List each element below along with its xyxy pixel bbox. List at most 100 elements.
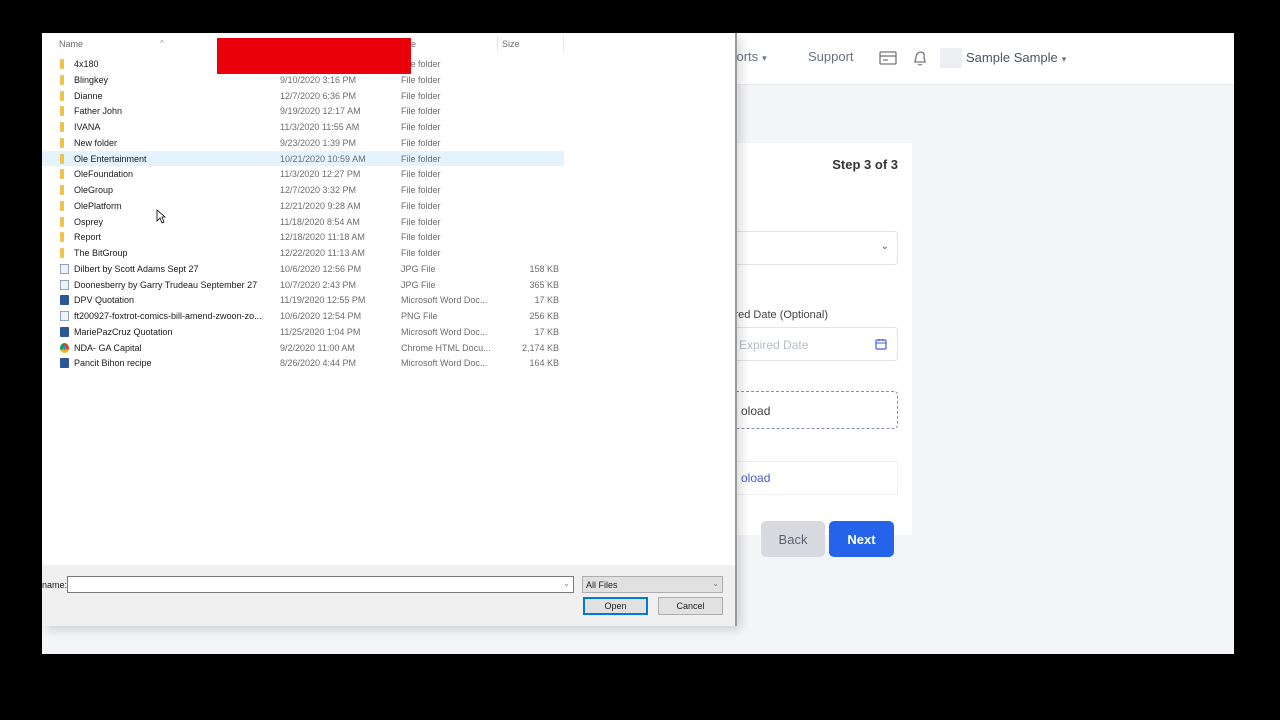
file-date-modified: 8/26/2020 4:44 PM [280, 358, 357, 369]
column-name[interactable]: Name [59, 39, 83, 49]
file-name: Dilbert by Scott Adams Sept 27 [74, 263, 199, 274]
file-date-modified: 10/6/2020 12:56 PM [280, 263, 362, 274]
file-date-modified: 9/2/2020 11:00 AM [280, 342, 355, 353]
file-row[interactable]: Osprey 11/18/2020 8:54 AM File folder [42, 214, 564, 230]
file-name: IVANA [74, 122, 101, 132]
credit-card-icon[interactable] [878, 49, 898, 67]
nav-support[interactable]: Support [808, 49, 854, 64]
file-row[interactable]: Blingkey 9/10/2020 3:16 PM File folder [42, 72, 564, 88]
folder-icon [60, 248, 64, 258]
user-menu[interactable]: Sample Sample ▾ [966, 50, 1066, 65]
cancel-button[interactable]: Cancel [658, 597, 723, 615]
column-divider[interactable] [497, 35, 498, 51]
file-date-modified: 12/22/2020 11:13 AM [280, 248, 365, 258]
sort-up-icon: ^ [160, 39, 164, 48]
file-name-input[interactable]: ⌄ [67, 576, 574, 593]
bell-icon[interactable] [910, 49, 930, 67]
file-row[interactable]: IVANA 11/3/2020 11:55 AM File folder [42, 119, 564, 135]
file-type-filter[interactable]: All Files ⌄ [582, 576, 723, 593]
file-type: File folder [401, 232, 441, 243]
file-date-modified: 11/3/2020 11:55 AM [280, 122, 360, 132]
file-date-modified: 9/10/2020 3:16 PM [280, 74, 357, 85]
file-name: Dianne [74, 90, 103, 101]
file-name: Ole Entertainment [74, 153, 147, 164]
file-row[interactable]: ft200927-foxtrot-comics-bill-amend-zwoon… [42, 308, 564, 324]
file-name: New folder [74, 137, 118, 148]
folder-icon [60, 137, 64, 148]
file-row[interactable]: OlePlatform 12/21/2020 9:28 AM File folder [42, 198, 564, 214]
mouse-cursor-icon [156, 209, 166, 224]
file-row[interactable]: Pancit Bihon recipe 8/26/2020 4:44 PM Micr… [42, 355, 564, 371]
file-row[interactable]: New folder 9/23/2020 1:39 PM File folder [42, 135, 564, 151]
file-row[interactable]: DPV Quotation 11/19/2020 12:55 PM Microsof… [42, 292, 564, 308]
chevron-down-icon[interactable]: ⌄ [563, 579, 570, 588]
column-size[interactable]: Size [502, 39, 520, 49]
file-type: File folder [401, 74, 441, 85]
next-button[interactable]: Next [829, 521, 894, 557]
file-name: 4x180 [74, 59, 99, 69]
file-type: File folder [401, 122, 441, 132]
avatar[interactable] [940, 48, 962, 68]
file-type: JPG File [401, 279, 436, 290]
upload-dropzone-label: oload [741, 404, 771, 418]
file-type: File folder [401, 137, 441, 148]
file-name: NDA- GA Capital [74, 342, 142, 353]
file-name: Blingkey [74, 74, 109, 85]
file-row[interactable]: OleGroup 12/7/2020 3:32 PM File folder [42, 182, 564, 198]
caret-down-icon: ▾ [762, 53, 767, 63]
file-size: 158 KB [529, 263, 559, 274]
file-name: MariePazCruz Quotation [74, 326, 173, 337]
file-row[interactable]: Doonesberry by Garry Trudeau September 2… [42, 277, 564, 293]
file-name: OlePlatform [74, 200, 122, 211]
file-size: 17 KB [534, 326, 559, 337]
file-type: Microsoft Word Doc... [401, 326, 488, 337]
column-type[interactable]: e [411, 39, 416, 49]
file-name: Report [74, 232, 102, 243]
column-divider[interactable] [563, 35, 564, 51]
folder-icon [60, 216, 64, 227]
file-row[interactable]: Report 12/18/2020 11:18 AM File folder [42, 229, 564, 245]
word-document-icon [60, 295, 69, 306]
file-date-modified: 11/18/2020 8:54 AM [280, 216, 360, 227]
file-date-modified: 12/21/2020 9:28 AM [280, 200, 361, 211]
file-row[interactable]: Father John 9/19/2020 12:17 AM File folder [42, 103, 564, 119]
file-open-dialog: Name ^ e Size 4x180 File folder Blingkey 9/… [42, 33, 737, 626]
open-button[interactable]: Open [583, 597, 648, 615]
file-date-modified: 12/18/2020 11:18 AM [280, 232, 365, 243]
redaction-box [217, 38, 411, 74]
folder-icon [60, 169, 64, 180]
file-row[interactable]: The BitGroup 12/22/2020 11:13 AM File fold… [42, 245, 564, 261]
file-row[interactable]: MariePazCruz Quotation 11/25/2020 1:04 PM… [42, 324, 564, 340]
folder-icon [60, 200, 64, 211]
folder-icon [60, 185, 64, 195]
file-size: 365 KB [529, 279, 559, 290]
file-date-modified: 11/3/2020 12:27 PM [280, 169, 361, 180]
file-name: DPV Quotation [74, 295, 135, 306]
expired-date-label: ired Date (Optional) [732, 309, 828, 321]
file-row[interactable]: Ole Entertainment 10/21/2020 10:59 AM File… [42, 150, 564, 167]
caret-down-icon: ▾ [1061, 54, 1067, 64]
file-date-modified: 10/21/2020 10:59 AM [280, 153, 366, 164]
file-date-modified: 9/23/2020 1:39 PM [280, 137, 357, 148]
file-row[interactable]: NDA- GA Capital 9/2/2020 11:00 AM Chrome H… [42, 340, 564, 356]
expired-date-placeholder: Expired Date [739, 338, 809, 352]
image-file-icon [60, 263, 69, 274]
file-size: 2,174 KB [521, 342, 559, 353]
file-type: Microsoft Word Doc... [401, 358, 488, 369]
file-date-modified: 11/25/2020 1:04 PM [280, 326, 361, 337]
folder-icon [60, 153, 64, 164]
file-row[interactable]: Dilbert by Scott Adams Sept 27 10/6/2020 … [42, 261, 564, 277]
file-name: Doonesberry by Garry Trudeau September 2… [74, 279, 258, 290]
file-type: PNG File [401, 311, 438, 321]
file-type: File folder [401, 200, 441, 211]
calendar-icon[interactable] [875, 338, 887, 350]
back-button[interactable]: Back [761, 521, 825, 557]
chrome-icon [60, 342, 69, 353]
chevron-down-icon: ⌄ [880, 241, 889, 252]
folder-icon [60, 106, 64, 117]
file-row[interactable]: Dianne 12/7/2020 6:36 PM File folder [42, 88, 564, 104]
file-row[interactable]: OleFoundation 11/3/2020 12:27 PM File fold… [42, 166, 564, 182]
folder-icon [60, 232, 64, 243]
upload-link[interactable]: oload [741, 471, 770, 485]
file-type: Chrome HTML Docu... [401, 342, 491, 353]
